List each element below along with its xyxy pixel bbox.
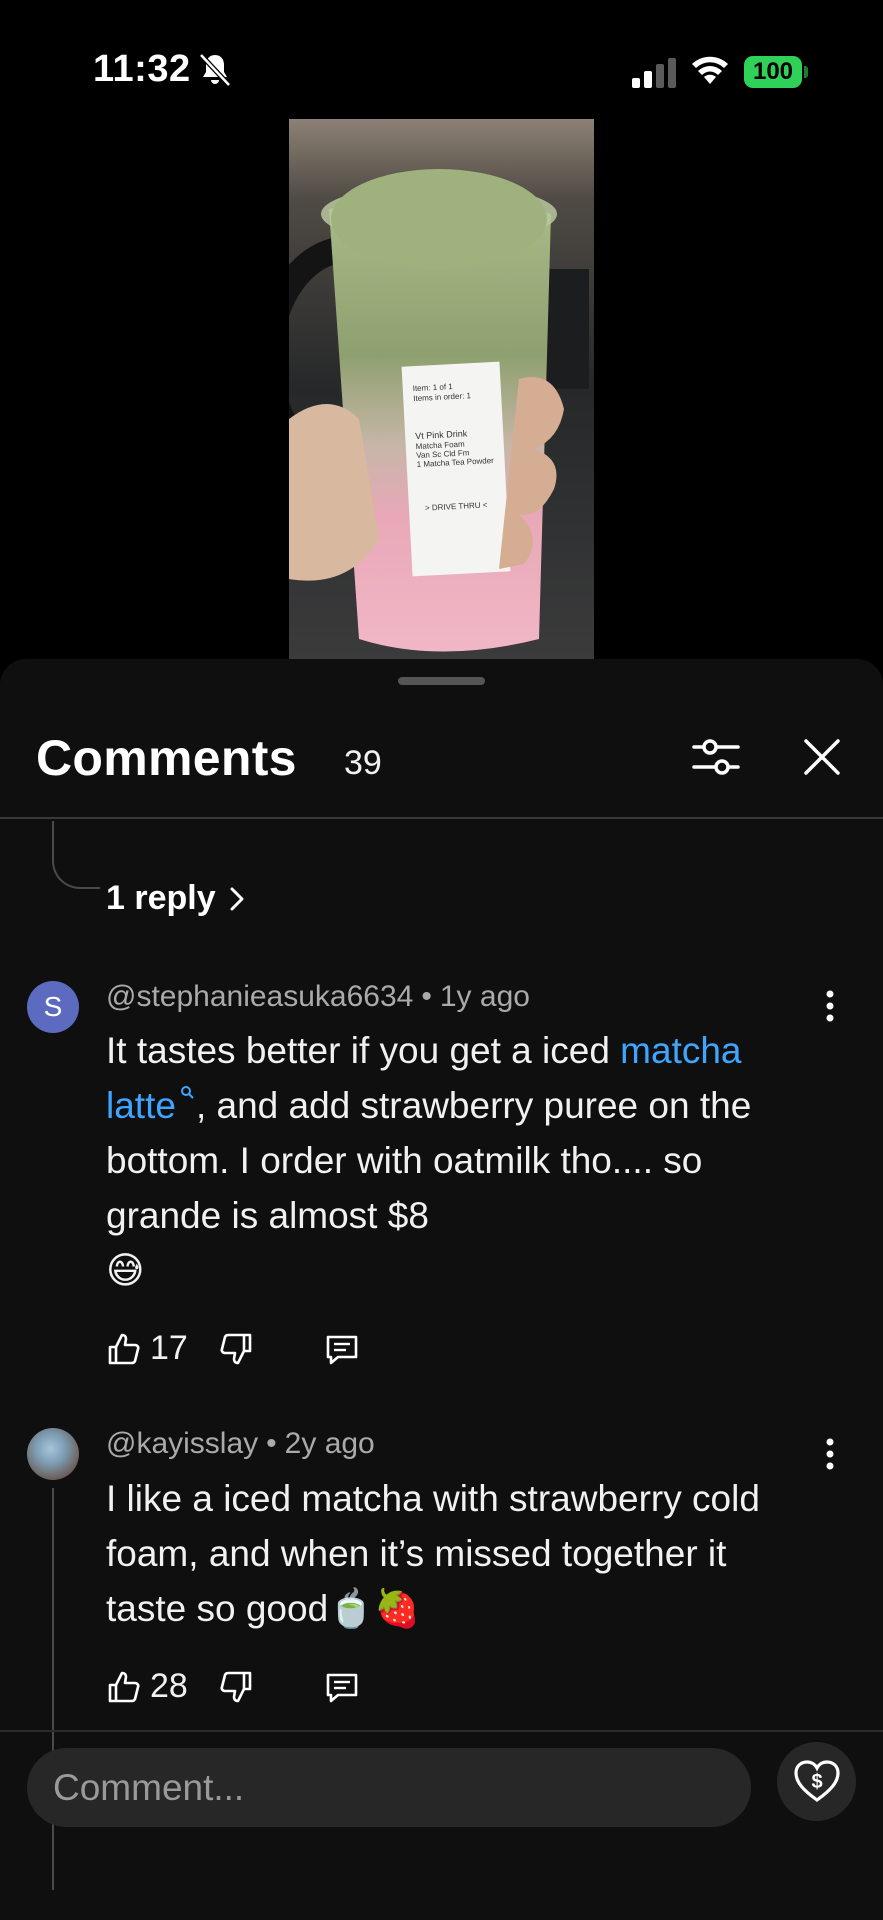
header-divider bbox=[0, 817, 883, 819]
comment-meta: @stephanieasuka6634 • 1y ago bbox=[106, 980, 530, 1013]
chevron-right-icon bbox=[230, 887, 244, 910]
video-image: Item: 1 of 1 Items in order: 1 Vt Pink D… bbox=[289, 119, 594, 660]
comment-actions: 28 bbox=[106, 1667, 360, 1706]
status-time: 11:32 bbox=[93, 48, 191, 90]
battery-indicator: 100 bbox=[744, 56, 802, 88]
thread-connector bbox=[52, 821, 100, 889]
comments-title: Comments bbox=[36, 730, 297, 786]
thumbs-up-icon[interactable] bbox=[106, 1331, 142, 1367]
status-bar: 11:32 100 bbox=[0, 0, 883, 120]
super-thanks-icon: $ bbox=[793, 1759, 840, 1802]
comment-text-part: It tastes better if you get a iced bbox=[106, 1030, 621, 1071]
bell-off-icon bbox=[199, 53, 231, 87]
more-vert-icon[interactable] bbox=[820, 1434, 840, 1474]
comments-count: 39 bbox=[344, 744, 382, 782]
comment-text-part: , and add strawberry puree on the bottom… bbox=[106, 1085, 752, 1236]
comment-age: 1y ago bbox=[439, 980, 530, 1013]
filter-icon[interactable] bbox=[690, 731, 742, 783]
wifi-icon bbox=[692, 56, 728, 84]
comment-author[interactable]: @kayisslay bbox=[106, 1427, 258, 1460]
thread-line bbox=[52, 1488, 54, 1890]
svg-text:$: $ bbox=[811, 1771, 822, 1793]
video-thumbnail[interactable]: Item: 1 of 1 Items in order: 1 Vt Pink D… bbox=[289, 119, 594, 660]
view-replies-label: 1 reply bbox=[106, 879, 216, 917]
emoji: 😅 bbox=[106, 1250, 145, 1291]
view-replies-link[interactable]: 1 reply bbox=[106, 879, 246, 918]
comment-input[interactable] bbox=[27, 1748, 751, 1827]
reply-icon[interactable] bbox=[324, 1669, 360, 1705]
composer-divider bbox=[0, 1730, 883, 1732]
thumbs-down-icon[interactable] bbox=[218, 1669, 254, 1705]
reply-icon[interactable] bbox=[324, 1331, 360, 1367]
comment-author[interactable]: @stephanieasuka6634 bbox=[106, 980, 413, 1013]
thumbs-down-icon[interactable] bbox=[218, 1331, 254, 1367]
like-count: 28 bbox=[150, 1667, 188, 1705]
like-count: 17 bbox=[150, 1329, 188, 1367]
comment-meta: @kayisslay • 2y ago bbox=[106, 1427, 375, 1460]
comments-sheet: Comments 39 1 reply S @stephanieasuka663… bbox=[0, 659, 883, 1920]
comment-age: 2y ago bbox=[284, 1427, 375, 1460]
close-icon[interactable] bbox=[800, 735, 844, 779]
avatar[interactable] bbox=[27, 1428, 79, 1480]
search-icon bbox=[180, 1086, 194, 1099]
super-thanks-button[interactable]: $ bbox=[777, 1742, 856, 1821]
signal-icon bbox=[632, 58, 676, 88]
drag-handle[interactable] bbox=[398, 677, 485, 685]
comment-actions: 17 bbox=[106, 1329, 360, 1368]
more-vert-icon[interactable] bbox=[820, 986, 840, 1026]
battery-tip bbox=[804, 66, 808, 78]
avatar[interactable]: S bbox=[27, 981, 79, 1033]
comment-text: I like a iced matcha with strawberry col… bbox=[106, 1478, 760, 1629]
comment-text: It tastes better if you get a iced match… bbox=[106, 1023, 806, 1298]
thumbs-up-icon[interactable] bbox=[106, 1669, 142, 1705]
